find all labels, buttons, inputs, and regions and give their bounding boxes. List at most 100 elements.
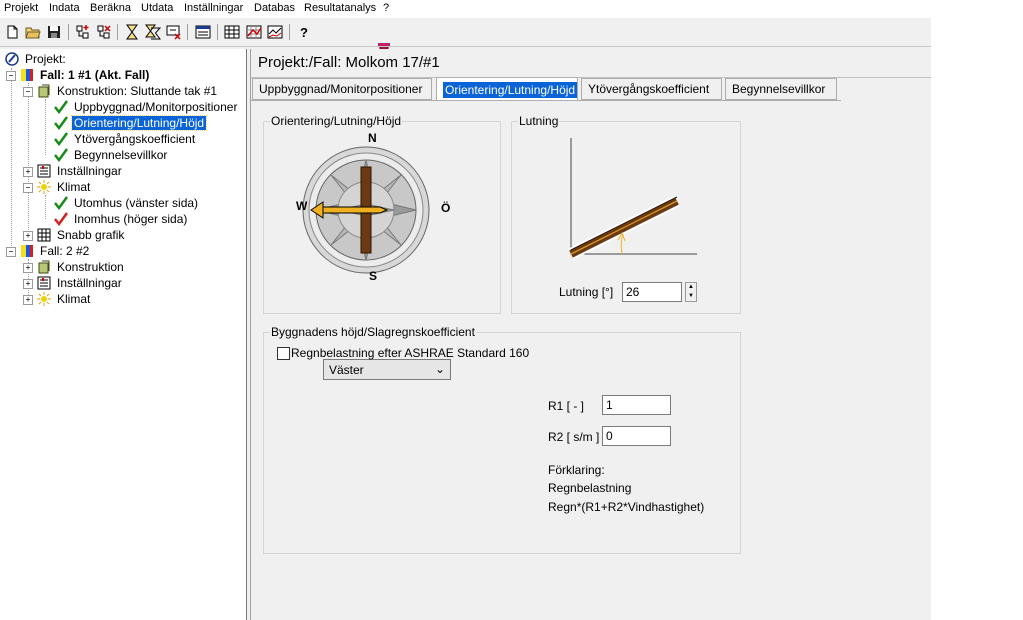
toolbar: ?	[0, 18, 931, 58]
tree-item-label: Ytövergångskoefficient	[74, 132, 196, 146]
group-title: Lutning	[518, 114, 560, 128]
construction-icon	[36, 83, 52, 99]
tree-construction1[interactable]: Konstruktion: Sluttande tak #1	[36, 83, 219, 99]
tree-item-inomhus[interactable]: Inomhus (höger sida)	[53, 211, 189, 227]
tree-item-label: Utomhus (vänster sida)	[74, 196, 199, 210]
tab-begynnelse[interactable]: Begynnelsevillkor	[725, 78, 837, 100]
tree-climate1-label: Klimat	[57, 180, 91, 194]
tree-collapse-case2[interactable]: −	[6, 247, 16, 257]
tree-settings1[interactable]: Inställningar	[36, 163, 124, 179]
tab-orientering[interactable]: Orientering/Lutning/Höjd	[436, 77, 578, 101]
tree-settings2-label: Inställningar	[57, 276, 122, 290]
tree-item-label: Uppbyggnad/Monitorpositioner	[74, 100, 238, 114]
grid-icon[interactable]	[224, 24, 240, 40]
tree-construction2[interactable]: Konstruktion	[36, 259, 126, 275]
sun-icon	[36, 179, 52, 195]
menu-utdata[interactable]: Utdata	[141, 2, 173, 14]
tree-item-ytovergang[interactable]: Ytövergångskoefficient	[53, 131, 197, 147]
page-title: Projekt:/Fall: Molkom 17/#1	[258, 54, 440, 71]
tab-uppbyggnad[interactable]: Uppbyggnad/Monitorpositioner	[252, 78, 432, 100]
compass-east-label: Ö	[441, 201, 451, 215]
tree-case2[interactable]: Fall: 2 #2	[19, 243, 91, 259]
new-file-icon[interactable]	[4, 24, 20, 40]
tree-case1-label: Fall: 1 #1 (Akt. Fall)	[40, 68, 150, 82]
tree-climate2[interactable]: Klimat	[36, 291, 92, 307]
check-icon	[53, 99, 69, 115]
r1-label: R1 [ - ]	[548, 399, 585, 413]
case-icon	[19, 243, 35, 259]
tree-expand-climate2[interactable]: +	[23, 295, 33, 305]
tab-label: Orientering/Lutning/Höjd	[443, 81, 578, 98]
slope-input[interactable]: 26	[622, 282, 682, 302]
save-icon[interactable]	[46, 24, 62, 40]
tree-quick-graph-label: Snabb grafik	[57, 228, 125, 242]
tree-settings1-label: Inställningar	[57, 164, 122, 178]
tree-collapse-case1[interactable]: −	[6, 71, 16, 81]
calculate-icon[interactable]	[124, 24, 140, 40]
calculate-stop-icon[interactable]	[166, 24, 182, 40]
compass-south-label: S	[369, 269, 378, 283]
project-icon	[4, 51, 20, 67]
tree-construction1-label: Konstruktion: Sluttande tak #1	[57, 84, 218, 98]
check-icon	[53, 147, 69, 163]
check-icon	[53, 195, 69, 211]
main-panel: Projekt:/Fall: Molkom 17/#1 Uppbyggnad/M…	[251, 49, 931, 620]
graph-icon[interactable]	[267, 24, 283, 40]
tree-item-label: Orientering/Lutning/Höjd	[70, 115, 208, 131]
menu-indata[interactable]: Indata	[49, 2, 80, 14]
tree-root-label: Projekt:	[25, 52, 66, 66]
ashrae-checkbox[interactable]	[277, 347, 290, 360]
tree-item-utomhus[interactable]: Utomhus (vänster sida)	[53, 195, 200, 211]
tab-ytovergang[interactable]: Ytövergångskoefficient	[581, 78, 722, 100]
tree-item-orientering[interactable]: Orientering/Lutning/Höjd	[53, 115, 208, 131]
chart-grid-icon[interactable]	[246, 24, 262, 40]
menu-berakna[interactable]: Beräkna	[90, 2, 131, 14]
tree-item-begynnelse[interactable]: Begynnelsevillkor	[53, 147, 169, 163]
tree-expand-settings2[interactable]: +	[23, 279, 33, 289]
help-icon[interactable]: ?	[296, 24, 312, 40]
tree-collapse-climate1[interactable]: −	[23, 183, 33, 193]
open-folder-icon[interactable]	[25, 24, 41, 40]
tree-case2-label: Fall: 2 #2	[40, 244, 90, 258]
r2-input[interactable]: 0	[602, 426, 671, 446]
construction-icon	[36, 259, 52, 275]
tree-climate2-label: Klimat	[57, 292, 91, 306]
explanation-formula: Regn*(R1+R2*Vindhastighet)	[548, 500, 705, 514]
tree-root[interactable]: Projekt:	[4, 51, 68, 67]
menu-databas[interactable]: Databas	[254, 2, 295, 14]
menu-resultatanalys[interactable]: Resultatanalys	[304, 2, 376, 14]
tree-expand-settings1[interactable]: +	[23, 167, 33, 177]
tree-case1[interactable]: Fall: 1 #1 (Akt. Fall)	[19, 67, 151, 83]
compass-west-label: W	[296, 199, 308, 213]
compass-rose[interactable]	[300, 134, 460, 294]
compass-north-label: N	[368, 131, 377, 145]
tab-label: Ytövergångskoefficient	[588, 82, 710, 96]
tree-settings2[interactable]: Inställningar	[36, 275, 124, 291]
tree-expand-construction2[interactable]: +	[23, 263, 33, 273]
settings-icon	[36, 275, 52, 291]
tree-expand-quick-graph[interactable]: +	[23, 231, 33, 241]
group-title: Orientering/Lutning/Höjd	[270, 114, 403, 128]
tree-item-label: Begynnelsevillkor	[74, 148, 168, 162]
menu-projekt[interactable]: Projekt	[4, 2, 38, 14]
tree-quick-graph[interactable]: Snabb grafik	[36, 227, 126, 243]
report-icon[interactable]	[195, 24, 211, 40]
menu-bar: Projekt Indata Beräkna Utdata Inställnin…	[0, 0, 931, 18]
tree-delete-icon[interactable]	[96, 24, 112, 40]
tree-climate1[interactable]: Klimat	[36, 179, 92, 195]
tree-add-icon[interactable]	[75, 24, 91, 40]
spin-up-icon[interactable]: ▲	[686, 283, 696, 292]
spin-down-icon[interactable]: ▼	[686, 292, 696, 301]
tree-collapse-construction1[interactable]: −	[23, 87, 33, 97]
slope-diagram	[568, 138, 697, 260]
slope-group: Lutning Lutning [°] 26 ▲ ▼	[511, 114, 741, 314]
r2-label: R2 [ s/m ]	[548, 430, 600, 444]
tree-item-uppbyggnad[interactable]: Uppbyggnad/Monitorpositioner	[53, 99, 239, 115]
menu-help[interactable]: ?	[383, 2, 389, 14]
sun-icon	[36, 291, 52, 307]
r1-input[interactable]: 1	[602, 395, 671, 415]
calculate-multi-icon[interactable]	[145, 24, 161, 40]
menu-installningar[interactable]: Inställningar	[184, 2, 243, 14]
slope-spinner[interactable]: ▲ ▼	[685, 282, 697, 302]
explanation-title: Förklaring:	[548, 463, 605, 477]
